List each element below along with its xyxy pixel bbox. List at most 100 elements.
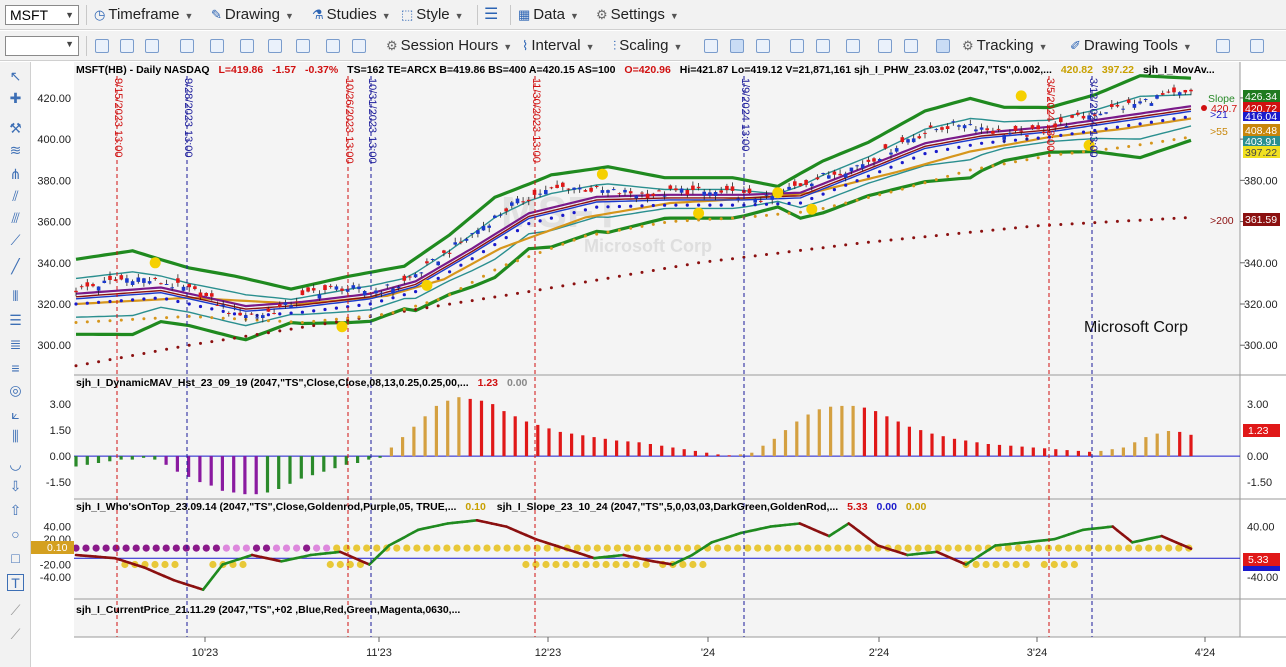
speed-lines-icon[interactable]: ⟀ xyxy=(7,406,24,423)
drawing-tools-menu[interactable]: ✐ Drawing Tools ▼ xyxy=(1070,36,1192,56)
session-hours-menu[interactable]: ⚙ Session Hours ▼ xyxy=(386,36,512,56)
erase-all-icon[interactable]: ⟋ xyxy=(7,626,24,643)
zoom-out-icon[interactable] xyxy=(904,39,918,53)
symbol-input[interactable]: MSFT ▼ xyxy=(5,5,79,25)
candle-body xyxy=(419,272,424,274)
candle-body xyxy=(572,187,576,190)
timeframe-menu[interactable]: ◷ Timeframe ▼ xyxy=(94,5,193,25)
ma55-dot xyxy=(357,315,361,319)
whos-on-top-dot xyxy=(182,544,190,552)
bar-chart-icon[interactable] xyxy=(704,39,718,53)
ma55-dot xyxy=(289,320,293,324)
candle-body xyxy=(396,286,401,289)
panes-button[interactable]: ☰ xyxy=(484,5,501,25)
whos-on-top-dot xyxy=(282,544,291,552)
ma200-dot xyxy=(448,302,452,306)
slope-low-dot xyxy=(689,560,697,569)
crosshair-icon[interactable]: ✚ xyxy=(7,90,24,107)
zoom-reset-icon[interactable] xyxy=(120,39,134,53)
config-icon[interactable] xyxy=(326,39,340,53)
text-icon[interactable]: T xyxy=(7,574,24,591)
studies-menu[interactable]: ⚗ Studies ▼ xyxy=(312,5,391,25)
ray-icon[interactable]: ⟋ xyxy=(7,232,24,249)
ma21-dot xyxy=(515,229,520,233)
arrow-down-icon[interactable]: ⇩ xyxy=(7,478,24,495)
header-val1: 420.82 xyxy=(1061,64,1093,76)
secondary-toolbar: ▼ ⚙ Session Hours ▼ ⌇ Interval ▼ ⫶ Scaling ▼ ⚙… xyxy=(0,31,1286,61)
ma21-dot xyxy=(617,204,622,209)
panes-icon[interactable] xyxy=(846,39,860,53)
pointer-icon[interactable]: ↖ xyxy=(7,68,24,85)
ma21-dot xyxy=(1161,119,1165,123)
candle-body xyxy=(928,125,933,128)
ma21-dot xyxy=(380,299,384,303)
levels-icon[interactable]: ≣ xyxy=(7,336,24,353)
candle-body xyxy=(221,304,225,306)
config2-icon[interactable] xyxy=(352,39,366,53)
drawing-menu[interactable]: ✎ Drawing ▼ xyxy=(211,5,294,25)
gann-icon[interactable]: ⫼ xyxy=(7,428,24,445)
wave3-icon[interactable] xyxy=(296,39,310,53)
candle-body xyxy=(1030,125,1035,129)
wrench-icon[interactable]: ⚒ xyxy=(7,120,24,137)
osc-tick-label-left: -40.00 xyxy=(40,572,71,584)
tracking-menu[interactable]: ⚙ Tracking ▼ xyxy=(962,36,1048,56)
hollow-candle-icon[interactable] xyxy=(756,39,770,53)
vertical-lines-icon[interactable]: ⦀ xyxy=(7,288,24,305)
eraser-icon[interactable]: ⟋ xyxy=(7,602,24,619)
chart-area[interactable]: MSFT Microsoft Corp Microsoft Corp 9/15/… xyxy=(31,62,1286,667)
volume2-icon[interactable] xyxy=(816,39,830,53)
whos-on-top-dot xyxy=(513,544,521,552)
vertical-marker-label: 9/28/2023 13:00 xyxy=(182,78,194,158)
arc-icon[interactable]: ◡ xyxy=(7,456,24,473)
hist-bar xyxy=(738,454,743,457)
ma21-dot xyxy=(776,202,780,206)
wave-icon[interactable] xyxy=(240,39,254,53)
candlestick-icon[interactable] xyxy=(730,39,744,53)
hist-bar xyxy=(254,456,258,495)
slope-low-dot xyxy=(1022,560,1030,569)
interval-input[interactable]: ▼ xyxy=(5,36,79,56)
cycle-icon[interactable]: ◎ xyxy=(7,382,24,399)
data-menu[interactable]: ▦ Data ▼ xyxy=(518,5,579,25)
ma21-dot xyxy=(232,312,237,316)
wave2-icon[interactable] xyxy=(268,39,282,53)
ma200-dot xyxy=(323,322,327,326)
volume-icon[interactable] xyxy=(790,39,804,53)
hist-bar xyxy=(1031,447,1035,457)
pitchfork-icon[interactable]: ⋔ xyxy=(7,166,24,183)
ma200-dot xyxy=(697,261,701,265)
interval-menu[interactable]: ⌇ Interval ▼ xyxy=(522,36,594,56)
search-icon[interactable] xyxy=(180,39,194,53)
candle-body xyxy=(425,261,429,264)
scaling-menu[interactable]: ⫶ Scaling ▼ xyxy=(613,36,682,56)
settings-menu[interactable]: ⚙ Settings ▼ xyxy=(596,5,679,25)
candle-body xyxy=(866,159,871,162)
channel-icon[interactable]: ⫽ xyxy=(7,188,24,205)
ma200-dot xyxy=(187,343,191,347)
andrews-icon[interactable]: ⫻ xyxy=(7,210,24,227)
style-menu[interactable]: ⬚ Style ▼ xyxy=(401,5,464,25)
candle-body xyxy=(657,190,661,192)
rectangle-icon[interactable]: □ xyxy=(7,550,24,567)
lines-icon[interactable]: ≡ xyxy=(7,360,24,377)
data-grid-icon: ▦ xyxy=(518,7,531,22)
arrow-up-icon[interactable]: ⇧ xyxy=(7,502,24,519)
time-icon[interactable] xyxy=(1250,39,1264,53)
zoom-in-icon[interactable] xyxy=(878,39,892,53)
grid-icon[interactable] xyxy=(145,39,159,53)
whos-on-top-dot xyxy=(794,544,802,552)
trendline-icon[interactable]: ╱ xyxy=(7,258,24,275)
ellipse-icon[interactable]: ○ xyxy=(7,526,24,543)
whos-on-top-dot xyxy=(643,544,652,552)
data-window-icon[interactable] xyxy=(936,39,950,53)
trendline-icon[interactable] xyxy=(1216,39,1230,53)
ma200-dot xyxy=(1070,222,1074,226)
speed-icon[interactable] xyxy=(210,39,224,53)
candle-body xyxy=(628,191,633,194)
whos-on-top-dot xyxy=(774,544,782,552)
horizontal-lines-icon[interactable]: ☰ xyxy=(7,312,24,329)
refresh-icon[interactable] xyxy=(95,39,109,53)
fib-icon[interactable]: ≋ xyxy=(7,142,24,159)
ma55-dot xyxy=(776,212,780,216)
